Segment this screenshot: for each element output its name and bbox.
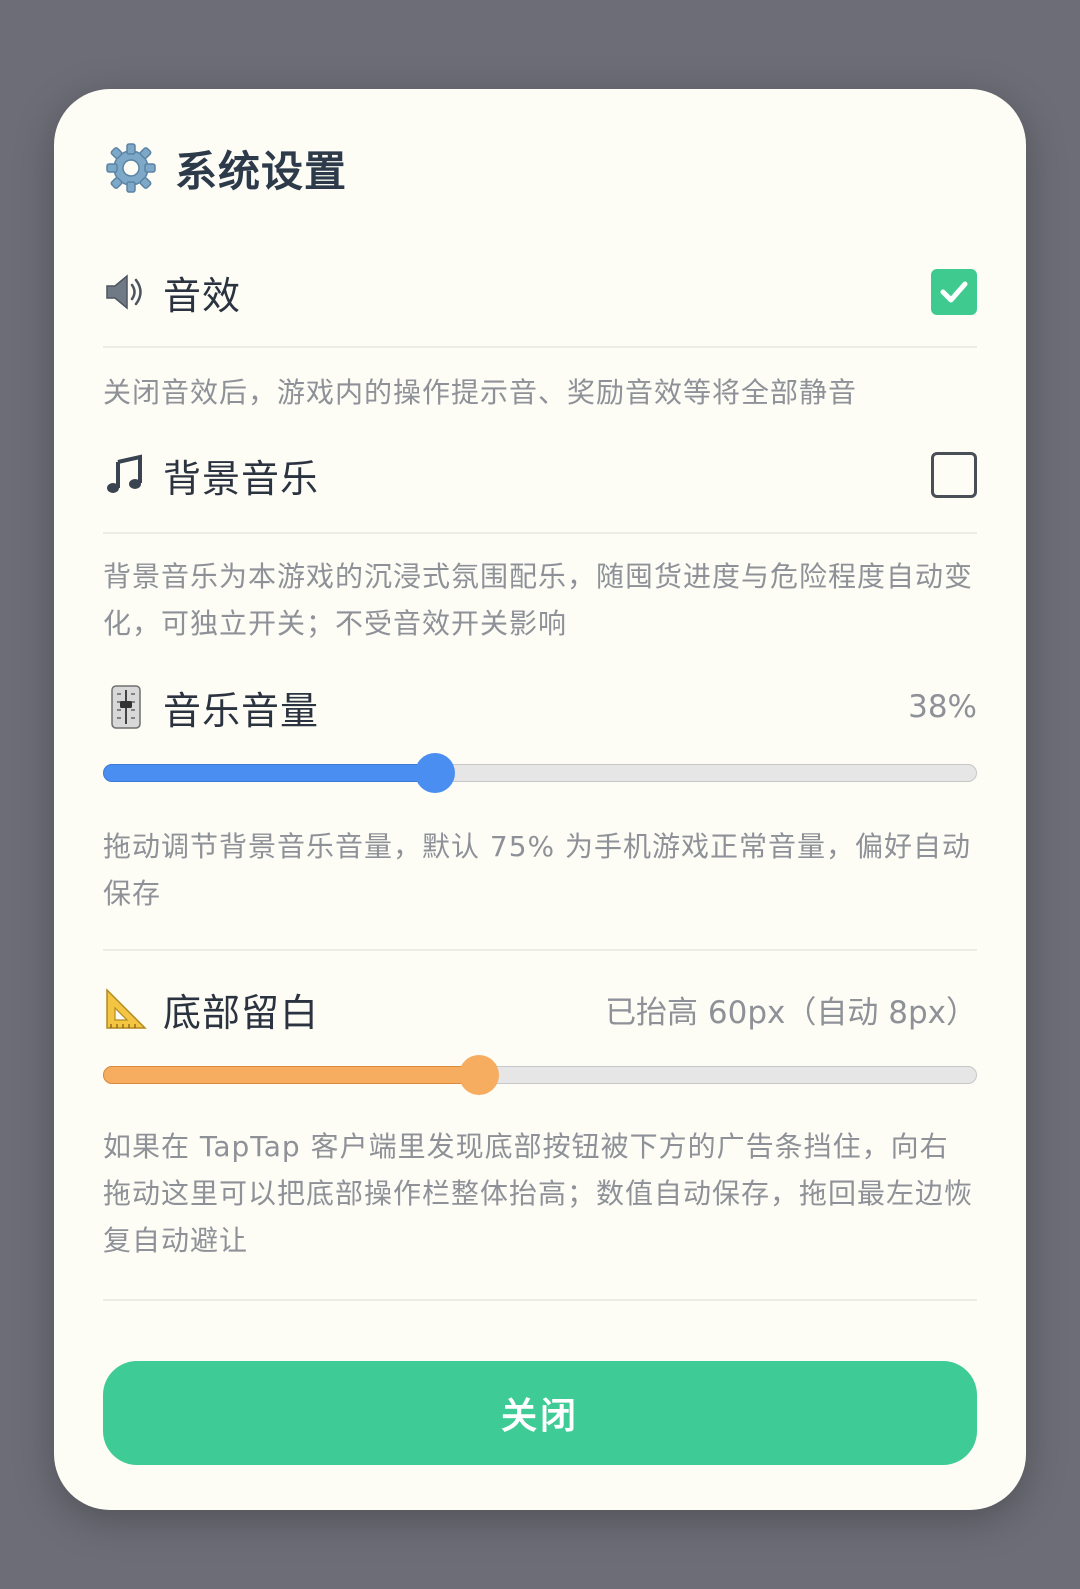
divider [103,1299,977,1301]
music-volume-value: 38% [908,689,977,725]
gear-icon [103,140,159,196]
background-music-label: 背景音乐 [163,456,320,501]
mixer-slider-icon [103,684,149,730]
sound-effects-checkbox[interactable] [931,269,977,315]
dialog-title: 系统设置 [175,146,348,196]
background-music-row[interactable]: 背景音乐 [103,440,977,510]
slider-thumb[interactable] [415,753,456,793]
sound-effects-description: 关闭音效后，游戏内的操作提示音、奖励音效等将全部静音 [103,376,858,409]
slider-thumb[interactable] [458,1055,499,1095]
checkmark-icon [940,281,968,303]
sound-effects-row[interactable]: 音效 [103,257,977,327]
dialog-header: 系统设置 [103,133,347,203]
divider [103,346,977,348]
music-volume-label: 音乐音量 [163,688,320,733]
divider [103,532,977,534]
close-button[interactable]: 关闭 [103,1361,977,1465]
bottom-margin-row: 底部留白 已抬高 60px（自动 8px） [103,974,977,1044]
music-note-icon [103,452,149,498]
triangular-ruler-icon [103,986,149,1032]
bottom-margin-value: 已抬高 60px（自动 8px） [605,994,977,1031]
settings-dialog: 系统设置 音效 关闭音效后，游戏内的操作提示音、奖励音效等将全部静音 背景音乐 … [54,89,1026,1510]
slider-fill [103,1066,479,1084]
music-volume-row: 音乐音量 38% [103,672,977,742]
speaker-icon [103,269,149,315]
bottom-margin-description: 如果在 TapTap 客户端里发现底部按钮被下方的广告条挡住，向右拖动这里可以把… [103,1130,974,1257]
background-music-checkbox[interactable] [931,452,977,498]
slider-fill [103,764,436,782]
background-music-description: 背景音乐为本游戏的沉浸式氛围配乐，随囤货进度与危险程度自动变化，可独立开关；不受… [103,560,974,640]
bottom-margin-slider[interactable] [103,1055,977,1095]
divider [103,949,977,951]
music-volume-description: 拖动调节背景音乐音量，默认 75% 为手机游戏正常音量，偏好自动保存 [103,830,972,910]
sound-effects-label: 音效 [163,273,242,318]
bottom-margin-label: 底部留白 [163,990,320,1035]
music-volume-slider[interactable] [103,753,977,793]
